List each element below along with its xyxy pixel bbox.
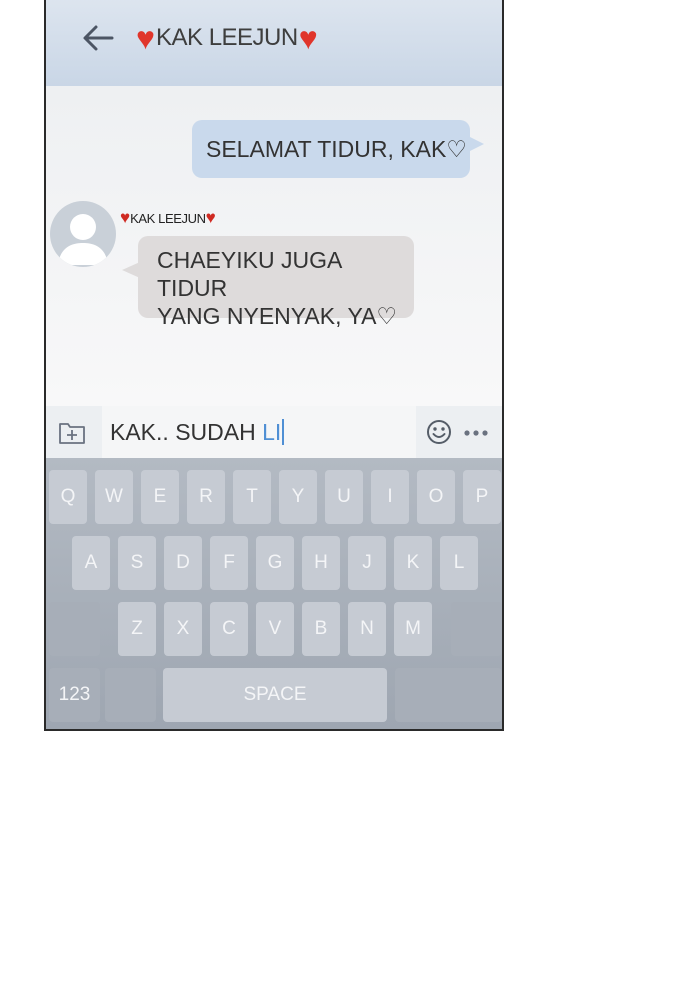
key-i[interactable]: I bbox=[371, 470, 409, 524]
key-l[interactable]: L bbox=[440, 536, 478, 590]
key-t[interactable]: T bbox=[233, 470, 271, 524]
phone-screen: ♥ KAK LEEJUN ♥ SELAMAT TIDUR, KAK♡ ♥ KAK… bbox=[44, 0, 504, 731]
return-key[interactable] bbox=[395, 668, 502, 722]
typed-text: KAK.. SUDAH bbox=[110, 418, 263, 445]
key-g[interactable]: G bbox=[256, 536, 294, 590]
avatar[interactable] bbox=[50, 201, 116, 267]
key-h[interactable]: H bbox=[302, 536, 340, 590]
heart-icon: ♥ bbox=[205, 208, 216, 227]
sender-name: KAK LEEJUN bbox=[130, 210, 206, 226]
key-r[interactable]: R bbox=[187, 470, 225, 524]
message-input[interactable]: KAK.. SUDAH LI bbox=[102, 406, 416, 458]
contact-name: KAK LEEJUN bbox=[156, 24, 298, 51]
chat-header: ♥ KAK LEEJUN ♥ bbox=[46, 0, 502, 87]
backspace-key[interactable] bbox=[451, 602, 502, 656]
incoming-message-line: CHAEYIKU JUGA TIDUR bbox=[157, 247, 342, 301]
key-s[interactable]: S bbox=[118, 536, 156, 590]
chat-area: SELAMAT TIDUR, KAK♡ ♥ KAK LEEJUN ♥ CHAEY… bbox=[46, 86, 502, 406]
heart-icon: ♥ bbox=[120, 208, 131, 227]
key-p[interactable]: P bbox=[463, 470, 501, 524]
key-j[interactable]: J bbox=[348, 536, 386, 590]
space-key[interactable]: SPACE bbox=[163, 668, 387, 722]
key-y[interactable]: Y bbox=[279, 470, 317, 524]
sender-label: ♥ KAK LEEJUN ♥ bbox=[120, 208, 216, 228]
key-v[interactable]: V bbox=[256, 602, 294, 656]
key-x[interactable]: X bbox=[164, 602, 202, 656]
emoji-key[interactable] bbox=[105, 668, 156, 722]
key-c[interactable]: C bbox=[210, 602, 248, 656]
chat-title: ♥ KAK LEEJUN ♥ bbox=[136, 18, 318, 58]
heart-icon: ♥ bbox=[136, 20, 155, 56]
key-n[interactable]: N bbox=[348, 602, 386, 656]
key-q[interactable]: Q bbox=[49, 470, 87, 524]
avatar-icon bbox=[58, 214, 108, 265]
more-options-icon[interactable] bbox=[462, 428, 490, 438]
emoji-icon[interactable] bbox=[426, 419, 452, 445]
key-m[interactable]: M bbox=[394, 602, 432, 656]
numbers-key[interactable]: 123 bbox=[49, 668, 100, 722]
incoming-message-line: YANG NYENYAK, YA♡ bbox=[157, 303, 398, 329]
key-z[interactable]: Z bbox=[118, 602, 156, 656]
shift-key[interactable] bbox=[49, 602, 100, 656]
outgoing-message: SELAMAT TIDUR, KAK♡ bbox=[192, 120, 484, 178]
back-arrow-icon[interactable] bbox=[80, 20, 116, 56]
key-a[interactable]: A bbox=[72, 536, 110, 590]
key-f[interactable]: F bbox=[210, 536, 248, 590]
message-input-bar: KAK.. SUDAH LI bbox=[46, 406, 502, 458]
key-e[interactable]: E bbox=[141, 470, 179, 524]
key-w[interactable]: W bbox=[95, 470, 133, 524]
text-caret bbox=[282, 419, 285, 445]
key-b[interactable]: B bbox=[302, 602, 340, 656]
on-screen-keyboard: Q W E R T Y U I O P A S D F G H J K L Z … bbox=[46, 458, 502, 729]
outgoing-message-text: SELAMAT TIDUR, KAK♡ bbox=[206, 135, 467, 162]
attach-file-icon[interactable] bbox=[58, 419, 86, 445]
key-o[interactable]: O bbox=[417, 470, 455, 524]
incoming-message: CHAEYIKU JUGA TIDUR YANG NYENYAK, YA♡ bbox=[122, 236, 414, 329]
heart-icon: ♥ bbox=[298, 20, 318, 56]
key-k[interactable]: K bbox=[394, 536, 432, 590]
typed-text-composing: LI bbox=[262, 418, 282, 445]
key-d[interactable]: D bbox=[164, 536, 202, 590]
key-u[interactable]: U bbox=[325, 470, 363, 524]
